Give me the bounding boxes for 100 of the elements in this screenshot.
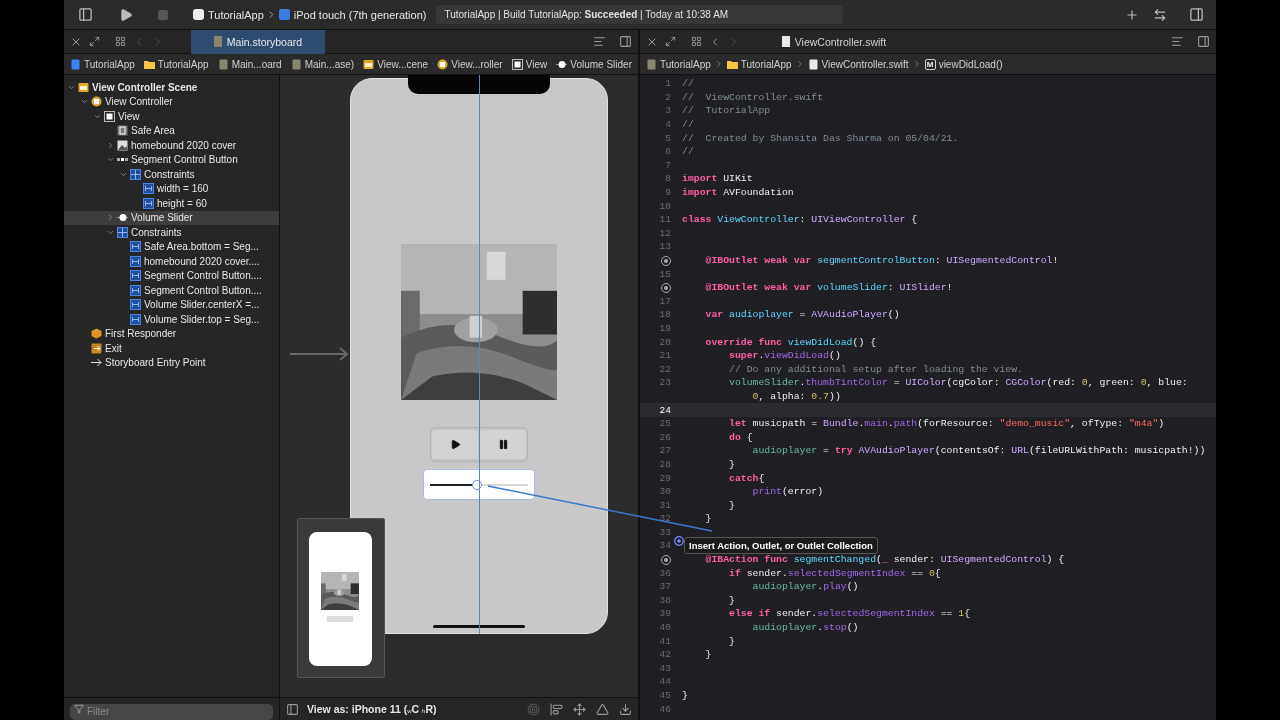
code-line: super.viewDidLoad(): [728, 350, 841, 362]
outline-label: Exit: [105, 342, 122, 354]
lines-icon[interactable]: [593, 35, 606, 48]
minimap[interactable]: [297, 518, 385, 678]
outline-item[interactable]: homebound 2020 cover....: [64, 254, 279, 269]
outline-item[interactable]: Constraints: [64, 167, 279, 182]
breadcrumb-item[interactable]: View...cene: [362, 58, 430, 70]
storyboard-canvas[interactable]: [280, 75, 638, 697]
outline-item[interactable]: View Controller: [64, 94, 279, 109]
code-line: // ViewController.swift: [682, 91, 824, 103]
line-number: 7: [664, 159, 671, 171]
code-line: @IBOutlet weak var volumeSlider: UISlider!: [704, 282, 953, 294]
outline-item[interactable]: Safe Area: [64, 123, 279, 138]
outline-item[interactable]: Volume Slider.top = Seg...: [64, 312, 279, 327]
slider-icon: [117, 212, 128, 224]
breadcrumb-item[interactable]: TutorialApp: [725, 58, 793, 70]
grid-icon[interactable]: [115, 36, 126, 47]
line-number: 43: [658, 662, 671, 674]
outline-item[interactable]: height = 60: [64, 196, 279, 211]
outline-item[interactable]: View: [64, 109, 279, 124]
download-icon[interactable]: [619, 702, 632, 716]
outline-item[interactable]: homebound 2020 cover: [64, 138, 279, 153]
sidebar-icon: [78, 7, 93, 22]
outline-item[interactable]: Storyboard Entry Point: [64, 355, 279, 370]
outline-item[interactable]: Segment Control Button....: [64, 268, 279, 283]
outline-item[interactable]: Exit: [64, 341, 279, 356]
sidebar-icon[interactable]: [286, 702, 299, 716]
outline-label: Volume Slider.centerX =...: [144, 299, 260, 311]
outline-item[interactable]: View Controller Scene: [64, 80, 279, 95]
editor-tab[interactable]: Main.storyboard: [191, 29, 325, 54]
app-icon: [193, 9, 204, 20]
move-icon[interactable]: [573, 702, 586, 716]
device-selector[interactable]: iPod touch (7th generation): [278, 8, 427, 21]
line-number: 32: [658, 513, 671, 525]
scheme-selector[interactable]: TutorialApp: [193, 8, 264, 21]
line-number: 17: [658, 295, 671, 307]
outline-label: Safe Area: [131, 125, 175, 137]
code-line: audioplayer.play(): [751, 581, 859, 593]
code-line: //: [682, 78, 694, 90]
outline-label: Constraints: [131, 226, 182, 238]
code-editor[interactable]: [640, 75, 1216, 720]
code-line: // Do any additional setup after loading the view.: [728, 363, 1023, 375]
triangle-icon[interactable]: [596, 702, 609, 716]
line-number: 34: [658, 540, 671, 552]
panel-icon[interactable]: [619, 35, 632, 48]
outline-item[interactable]: Segment Control Button: [64, 152, 279, 167]
code-line: audioplayer = try AVAudioPlayer(contentsOf: URL(fileURLWithPath: musicpath!)): [751, 445, 1206, 457]
volume-slider[interactable]: [423, 469, 535, 500]
line-number: 22: [658, 363, 671, 375]
code-line: 0, alpha: 0.7)): [751, 390, 841, 402]
outline-item[interactable]: Safe Area.bottom = Seg...: [64, 239, 279, 254]
breadcrumb-item[interactable]: Main...ase): [289, 58, 356, 70]
outline-item[interactable]: width = 160: [64, 181, 279, 196]
line-number: 4: [664, 119, 671, 131]
breadcrumb-item[interactable]: Volume Slider: [555, 58, 633, 70]
constraint-icon: [130, 270, 141, 282]
line-number: 37: [658, 581, 671, 593]
code-line: else if sender.selectedSegmentIndex == 1{: [728, 608, 971, 620]
breadcrumb-item[interactable]: ViewController.swift: [806, 58, 910, 70]
arrow-icon: [290, 347, 350, 361]
line-number: 1: [664, 78, 671, 90]
lines-icon[interactable]: [1171, 35, 1184, 48]
line-number: 18: [658, 309, 671, 321]
outline-item[interactable]: Volume Slider.centerX =...: [64, 297, 279, 312]
inspector-toggle-button[interactable]: [1187, 5, 1206, 24]
code-line: audioplayer.stop(): [751, 622, 859, 634]
panel-icon[interactable]: [1197, 35, 1210, 48]
line-number: 5: [664, 132, 671, 144]
controller-icon: [91, 96, 102, 108]
grid-icon[interactable]: [691, 36, 702, 47]
plus-icon: [1125, 7, 1139, 22]
folder-icon: [726, 58, 738, 70]
image-icon: [117, 139, 128, 151]
align-icon[interactable]: [550, 702, 563, 716]
line-number: 9: [664, 187, 671, 199]
breadcrumb-item[interactable]: Main...oard: [216, 58, 283, 70]
segmented-control[interactable]: [430, 427, 528, 462]
expand-icon[interactable]: [89, 36, 100, 47]
segment[interactable]: [480, 430, 526, 459]
breadcrumb-item[interactable]: TutorialApp: [645, 58, 712, 70]
constraint-icon: [130, 255, 141, 267]
expand-icon[interactable]: [665, 36, 676, 47]
breadcrumb-item[interactable]: M viewDidLoad(): [923, 58, 1004, 70]
breadcrumb-item[interactable]: View...roller: [436, 58, 504, 70]
file-icon: [646, 58, 657, 70]
code-line: let musicpath = Bundle.main.path(forResource: "demo_music", ofType: "m4a"): [728, 418, 1165, 430]
filter-field[interactable]: Filter: [70, 703, 273, 720]
line-number: 15: [658, 268, 671, 280]
breadcrumb-item[interactable]: TutorialApp: [69, 58, 136, 70]
code-line: class ViewController: UIViewController {: [682, 214, 918, 226]
breadcrumb-item[interactable]: TutorialApp: [142, 58, 210, 70]
outline-item[interactable]: Volume Slider: [64, 210, 279, 225]
sidebar-toggle-button[interactable]: [76, 5, 95, 24]
file-icon: [781, 36, 790, 47]
segment[interactable]: [432, 430, 478, 459]
line-number: 30: [658, 486, 671, 498]
outline-item[interactable]: Constraints: [64, 225, 279, 240]
outline-item[interactable]: Segment Control Button....: [64, 283, 279, 298]
outline-item[interactable]: First Responder: [64, 326, 279, 341]
breadcrumb-item[interactable]: View: [510, 58, 549, 70]
